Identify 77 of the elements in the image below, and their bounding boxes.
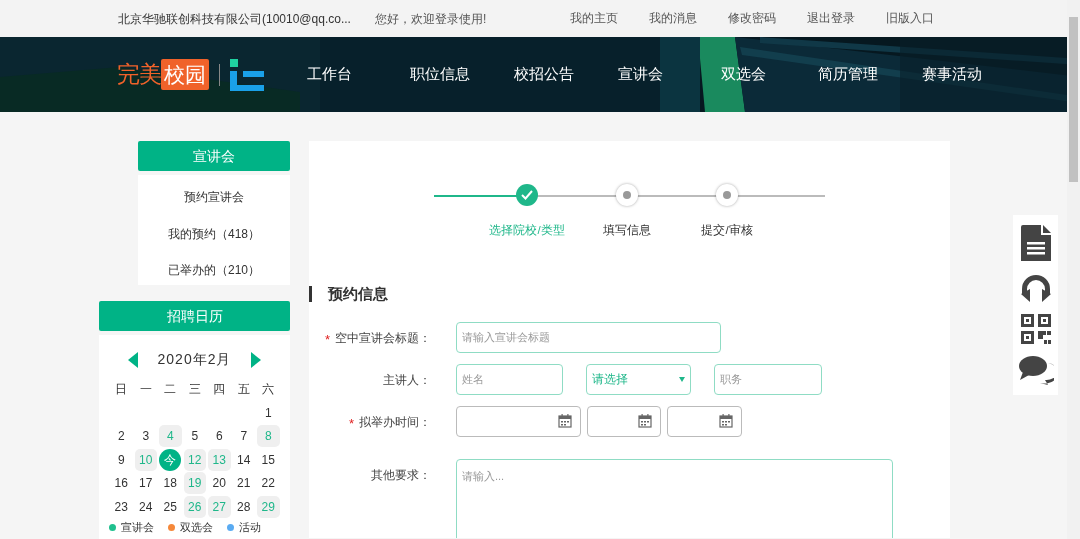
calendar-title: 招聘日历	[99, 301, 290, 331]
calendar-day[interactable]: 24	[134, 495, 157, 518]
top-link[interactable]: 我的消息	[649, 9, 697, 28]
required-mark: *	[348, 414, 354, 433]
top-link[interactable]: 修改密码	[728, 9, 776, 28]
top-link[interactable]: 我的主页	[570, 9, 618, 28]
field-label: 拟举办时间：	[359, 414, 431, 430]
section-title: 预约信息	[328, 284, 388, 304]
weekday-label: 六	[261, 381, 276, 398]
calendar-day[interactable]: 15	[257, 448, 280, 471]
top-link[interactable]: 退出登录	[807, 9, 855, 28]
calendar-day[interactable]: 23	[110, 495, 133, 518]
document-icon[interactable]	[1020, 224, 1051, 261]
weekday-label: 三	[187, 381, 202, 398]
field-label: 空中宣讲会标题：	[335, 330, 431, 346]
menu-item[interactable]: 我的预约（418）	[138, 215, 290, 252]
date-field[interactable]	[456, 405, 581, 437]
step-label: 填写信息	[603, 223, 651, 238]
nav-link[interactable]: 赛事活动	[922, 63, 982, 86]
calendar-day[interactable]: 16	[110, 472, 133, 494]
calendar-icon	[638, 414, 652, 428]
calendar-icon	[558, 414, 572, 428]
calendar-day[interactable]: 6	[208, 425, 231, 447]
company-name: 北京华驰联创科技有限公司(10010@qq.co...	[118, 10, 351, 28]
greeting-text: 您好，欢迎登录使用!	[374, 10, 487, 28]
weekday-label: 四	[212, 381, 227, 398]
previous-month-icon[interactable]	[127, 351, 138, 368]
logo[interactable]: 完美校园	[117, 57, 209, 92]
field-label: 其他要求：	[371, 467, 431, 483]
step-label: 提交/审核	[701, 223, 753, 238]
calendar-day[interactable]: 14	[232, 448, 255, 471]
calendar-day[interactable]: 20	[208, 472, 231, 494]
chat-icon[interactable]	[1017, 355, 1054, 386]
nav-link[interactable]: 宣讲会	[618, 63, 663, 86]
calendar-day[interactable]: 3	[134, 425, 157, 447]
nav-link[interactable]: 工作台	[307, 63, 352, 86]
legend-label: 宣讲会	[121, 520, 154, 534]
calendar-icon	[719, 414, 733, 428]
nav-link[interactable]: 简历管理	[818, 63, 878, 86]
calendar-day[interactable]: 25	[159, 495, 182, 518]
date-field[interactable]	[667, 405, 742, 437]
weekday-label: 二	[163, 381, 178, 398]
step-label: 选择院校/类型	[489, 223, 565, 238]
weekday-label: 日	[114, 381, 129, 398]
text-field[interactable]: 职务	[714, 363, 822, 395]
nav-link[interactable]: 校招公告	[514, 63, 574, 86]
calendar-day[interactable]: 5	[183, 425, 206, 447]
logo-icon	[230, 58, 264, 91]
next-month-icon[interactable]	[251, 351, 262, 368]
legend-label: 活动	[239, 520, 261, 534]
menu-item[interactable]: 预约宣讲会	[138, 179, 290, 216]
calendar-day[interactable]: 28	[232, 495, 255, 518]
menu-title: 宣讲会	[138, 141, 290, 171]
field-label: 主讲人：	[383, 372, 431, 388]
qr-code-icon[interactable]	[1020, 313, 1051, 344]
text-field[interactable]: 姓名	[456, 363, 563, 395]
date-field[interactable]	[587, 405, 661, 437]
caret-icon	[679, 376, 685, 382]
text-area[interactable]: 请输入...	[456, 458, 893, 538]
legend-label: 双选会	[180, 520, 213, 534]
calendar-day[interactable]: 22	[257, 472, 280, 494]
calendar-day[interactable]: 7	[232, 425, 255, 447]
calendar-day[interactable]: 21	[232, 472, 255, 494]
calendar-day[interactable]: 9	[110, 448, 133, 471]
top-link[interactable]: 旧版入口	[886, 9, 934, 28]
menu-item[interactable]: 已举办的（210）	[138, 252, 290, 289]
required-mark: *	[324, 330, 330, 349]
weekday-label: 五	[236, 381, 251, 398]
weekday-label: 一	[138, 381, 153, 398]
calendar-day[interactable]: 18	[159, 472, 182, 494]
calendar-day[interactable]: 2	[110, 425, 133, 447]
nav-link[interactable]: 职位信息	[410, 63, 470, 86]
calendar-day[interactable]: 1	[257, 401, 280, 424]
text-field[interactable]: 请输入宣讲会标题	[456, 321, 721, 353]
calendar-day[interactable]: 17	[134, 472, 157, 494]
nav-link[interactable]: 双选会	[721, 63, 766, 86]
month-label: 2020年2月	[157, 350, 232, 369]
